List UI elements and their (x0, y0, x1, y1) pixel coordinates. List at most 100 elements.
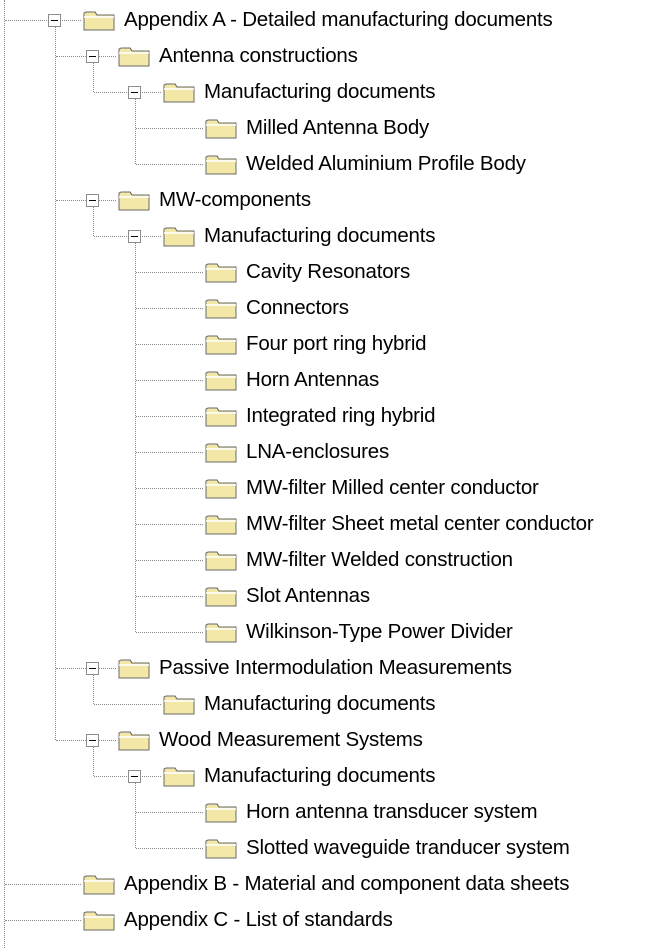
tree-node[interactable]: Horn Antennas (205, 362, 379, 398)
tree-node[interactable]: Wood Measurement Systems (118, 722, 423, 758)
tree-node[interactable]: Manufacturing documents (163, 686, 435, 722)
folder-icon (205, 837, 238, 859)
tree-node-label: MW-filter Welded construction (246, 548, 513, 571)
tree-branch-connector (135, 243, 136, 632)
tree-node[interactable]: Milled Antenna Body (205, 110, 429, 146)
tree-leaf-connector (136, 560, 203, 561)
tree-node[interactable]: Appendix C - List of standards (83, 902, 393, 938)
folder-icon (163, 765, 196, 787)
tree-branch-connector (135, 99, 136, 164)
tree-node-label: Wilkinson-Type Power Divider (246, 620, 513, 643)
tree-node[interactable]: Appendix B - Material and component data… (83, 866, 569, 902)
tree-leaf-connector (136, 524, 203, 525)
collapse-toggle-icon[interactable] (128, 230, 141, 243)
folder-icon (205, 441, 238, 463)
tree-node-label: Integrated ring hybrid (246, 404, 436, 427)
folder-icon (163, 225, 196, 247)
tree-node-label: Connectors (246, 296, 349, 319)
tree-node[interactable]: Appendix A - Detailed manufacturing docu… (83, 2, 553, 38)
tree-node[interactable]: Slot Antennas (205, 578, 370, 614)
folder-icon (118, 657, 151, 679)
tree-node-label: Manufacturing documents (204, 80, 436, 103)
folder-icon (205, 513, 238, 535)
tree-node-label: Cavity Resonators (246, 260, 411, 283)
folder-icon (205, 153, 238, 175)
tree-root-connector (4, 0, 5, 948)
collapse-toggle-icon[interactable] (86, 662, 99, 675)
folder-icon (205, 477, 238, 499)
tree-branch-connector (93, 747, 94, 776)
tree-node[interactable]: MW-filter Milled center conductor (205, 470, 539, 506)
tree-leaf-connector (136, 272, 203, 273)
collapse-toggle-icon[interactable] (86, 50, 99, 63)
tree-node-label: Welded Aluminium Profile Body (246, 152, 526, 175)
folder-icon (205, 369, 238, 391)
folder-icon (205, 405, 238, 427)
collapse-toggle-icon[interactable] (86, 194, 99, 207)
tree-node-label: Manufacturing documents (204, 764, 436, 787)
tree-node-label: Horn antenna transducer system (246, 800, 538, 823)
tree-leaf-connector (136, 596, 203, 597)
tree-node-label: MW-filter Sheet metal center conductor (246, 512, 594, 535)
folder-icon (205, 801, 238, 823)
tree-leaf-connector (136, 308, 203, 309)
tree-node[interactable]: Horn antenna transducer system (205, 794, 538, 830)
folder-icon (83, 9, 116, 31)
tree-node[interactable]: Passive Intermodulation Measurements (118, 650, 512, 686)
tree-node[interactable]: Antenna constructions (118, 38, 358, 74)
folder-icon (118, 729, 151, 751)
tree-node[interactable]: Wilkinson-Type Power Divider (205, 614, 513, 650)
folder-tree: Appendix A - Detailed manufacturing docu… (0, 0, 671, 948)
tree-leaf-connector (136, 128, 203, 129)
collapse-toggle-icon[interactable] (128, 770, 141, 783)
tree-branch-connector (93, 675, 94, 704)
tree-node[interactable]: MW-filter Welded construction (205, 542, 513, 578)
tree-leaf-connector (94, 704, 161, 705)
tree-leaf-connector (136, 632, 203, 633)
tree-node-label: MW-components (159, 188, 311, 211)
tree-node-label: Antenna constructions (159, 44, 358, 67)
folder-icon (205, 585, 238, 607)
tree-node-label: Manufacturing documents (204, 692, 436, 715)
tree-leaf-connector (136, 416, 203, 417)
tree-leaf-connector (5, 20, 81, 21)
tree-node[interactable]: Integrated ring hybrid (205, 398, 436, 434)
tree-node[interactable]: Connectors (205, 290, 349, 326)
collapse-toggle-icon[interactable] (86, 734, 99, 747)
folder-icon (83, 909, 116, 931)
tree-node-label: Passive Intermodulation Measurements (159, 656, 512, 679)
tree-branch-connector (135, 783, 136, 848)
tree-node[interactable]: MW-filter Sheet metal center conductor (205, 506, 594, 542)
tree-node[interactable]: MW-components (118, 182, 311, 218)
tree-node-label: Appendix A - Detailed manufacturing docu… (124, 8, 553, 31)
tree-node-label: Wood Measurement Systems (159, 728, 423, 751)
tree-node[interactable]: Slotted waveguide tranducer system (205, 830, 570, 866)
tree-leaf-connector (136, 344, 203, 345)
tree-node[interactable]: Manufacturing documents (163, 218, 435, 254)
folder-icon (205, 621, 238, 643)
folder-icon (163, 81, 196, 103)
folder-icon (205, 549, 238, 571)
folder-icon (118, 45, 151, 67)
tree-node-label: Horn Antennas (246, 368, 380, 391)
tree-node[interactable]: Manufacturing documents (163, 758, 435, 794)
tree-leaf-connector (136, 488, 203, 489)
tree-node-label: Four port ring hybrid (246, 332, 427, 355)
tree-branch-connector (55, 27, 56, 740)
tree-leaf-connector (136, 812, 203, 813)
tree-node[interactable]: LNA-enclosures (205, 434, 389, 470)
tree-node-label: Appendix B - Material and component data… (124, 872, 570, 895)
tree-node-label: LNA-enclosures (246, 440, 390, 463)
collapse-toggle-icon[interactable] (48, 14, 61, 27)
folder-icon (205, 297, 238, 319)
tree-node-label: Milled Antenna Body (246, 116, 430, 139)
tree-leaf-connector (5, 884, 81, 885)
tree-branch-connector (93, 63, 94, 92)
tree-node[interactable]: Welded Aluminium Profile Body (205, 146, 526, 182)
tree-node-label: Appendix C - List of standards (124, 908, 393, 931)
collapse-toggle-icon[interactable] (128, 86, 141, 99)
tree-node[interactable]: Manufacturing documents (163, 74, 435, 110)
tree-node[interactable]: Cavity Resonators (205, 254, 410, 290)
tree-node[interactable]: Four port ring hybrid (205, 326, 427, 362)
folder-icon (83, 873, 116, 895)
